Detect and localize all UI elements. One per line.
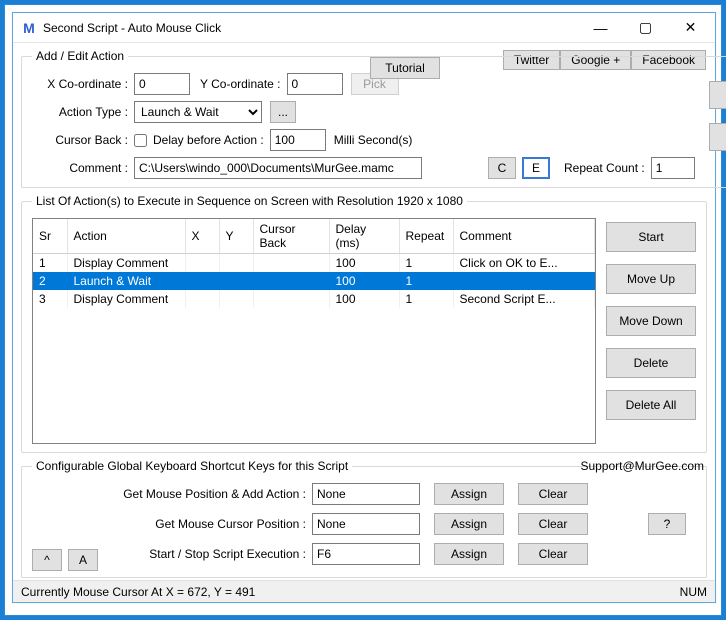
shortcut3-input[interactable] [312,543,420,565]
add-edit-action-group: Add / Edit Action Tutorial X Co-ordinate… [21,49,726,188]
status-bar: Currently Mouse Cursor At X = 672, Y = 4… [13,580,715,602]
start-button[interactable]: Start [606,222,696,252]
comment-label: Comment : [32,161,128,175]
action-type-select[interactable]: Launch & Wait [134,101,262,123]
add-button[interactable]: Add [709,81,726,109]
cursor-back-label: Cursor Back : [32,133,128,147]
help-button[interactable]: ? [648,513,686,535]
delete-button[interactable]: Delete [606,348,696,378]
shortcut-keys-group: Configurable Global Keyboard Shortcut Ke… [21,459,707,578]
client-area: Twitter Google + Facebook Add / Edit Act… [13,43,715,592]
minimize-button[interactable]: — [578,13,623,43]
shortcut1-assign-button[interactable]: Assign [434,483,504,505]
desktop-frame: M Second Script - Auto Mouse Click — ▢ ✕… [4,4,722,616]
shortcut2-assign-button[interactable]: Assign [434,513,504,535]
repeat-count-input[interactable] [651,157,695,179]
table-row[interactable]: 3Display Comment1001Second Script E... [33,290,595,308]
close-button[interactable]: ✕ [668,13,713,43]
a-button[interactable]: A [68,549,98,571]
action-table[interactable]: Sr Action X Y Cursor Back Delay (ms) Rep… [32,218,596,444]
x-coord-input[interactable] [134,73,190,95]
x-coord-label: X Co-ordinate : [32,77,128,91]
shortcut3-clear-button[interactable]: Clear [518,543,588,565]
e-button[interactable]: E [522,157,550,179]
add-edit-legend: Add / Edit Action [32,49,128,63]
action-type-ellipsis-button[interactable]: ... [270,101,296,123]
window-title: Second Script - Auto Mouse Click [43,21,578,35]
support-email: Support@MurGee.com [580,459,704,473]
c-button[interactable]: C [488,157,516,179]
table-row[interactable]: 2Launch & Wait1001 [33,272,595,290]
list-side-buttons: Start Move Up Move Down Delete Delete Al… [606,222,696,420]
delay-before-label: Delay before Action : [153,133,264,147]
table-header: Sr Action X Y Cursor Back Delay (ms) Rep… [33,219,595,254]
delay-before-input[interactable] [270,129,326,151]
milli-seconds-label: Milli Second(s) [334,133,413,147]
table-row[interactable]: 1Display Comment1001Click on OK to E... [33,254,595,273]
y-coord-input[interactable] [287,73,343,95]
shortcut-keys-legend: Configurable Global Keyboard Shortcut Ke… [32,459,352,473]
action-list-group: List Of Action(s) to Execute in Sequence… [21,194,707,453]
shortcut2-input[interactable] [312,513,420,535]
move-down-button[interactable]: Move Down [606,306,696,336]
update-button[interactable]: Update [709,123,726,151]
shortcut1-input[interactable] [312,483,420,505]
y-coord-label: Y Co-ordinate : [200,77,281,91]
status-numlock: NUM [680,585,707,599]
shortcut1-label: Get Mouse Position & Add Action : [32,487,306,501]
comment-input[interactable] [134,157,422,179]
shortcut2-label: Get Mouse Cursor Position : [32,517,306,531]
maximize-button[interactable]: ▢ [623,13,668,43]
shortcut3-assign-button[interactable]: Assign [434,543,504,565]
titlebar[interactable]: M Second Script - Auto Mouse Click — ▢ ✕ [13,13,715,43]
shortcut2-clear-button[interactable]: Clear [518,513,588,535]
action-list-legend: List Of Action(s) to Execute in Sequence… [32,194,467,208]
app-icon: M [21,20,37,36]
tutorial-button[interactable]: Tutorial [370,57,440,79]
status-text: Currently Mouse Cursor At X = 672, Y = 4… [21,585,255,599]
repeat-count-label: Repeat Count : [564,161,645,175]
delete-all-button[interactable]: Delete All [606,390,696,420]
cursor-back-checkbox[interactable] [134,134,147,147]
shortcut1-clear-button[interactable]: Clear [518,483,588,505]
caret-button[interactable]: ^ [32,549,62,571]
action-type-label: Action Type : [32,105,128,119]
move-up-button[interactable]: Move Up [606,264,696,294]
main-window: M Second Script - Auto Mouse Click — ▢ ✕… [12,12,716,603]
